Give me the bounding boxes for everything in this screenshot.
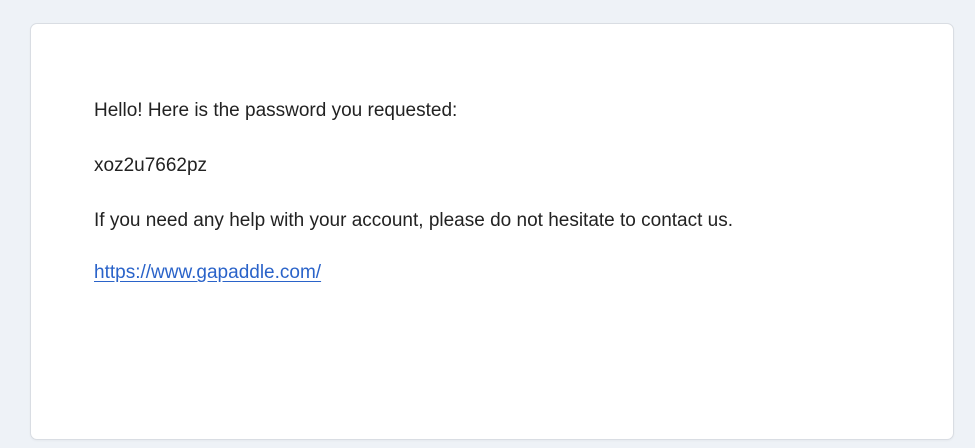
password-text: xoz2u7662pz bbox=[94, 155, 208, 176]
greeting-text: Hello! Here is the password you requeste… bbox=[94, 100, 458, 121]
email-message-card: Hello! Here is the password you requeste… bbox=[30, 23, 954, 440]
website-link[interactable]: https://www.gapaddle.com/ bbox=[94, 262, 321, 283]
help-text: If you need any help with your account, … bbox=[94, 210, 734, 231]
email-body: Hello! Here is the password you requeste… bbox=[94, 96, 854, 288]
email-page: Hello! Here is the password you requeste… bbox=[0, 0, 975, 448]
